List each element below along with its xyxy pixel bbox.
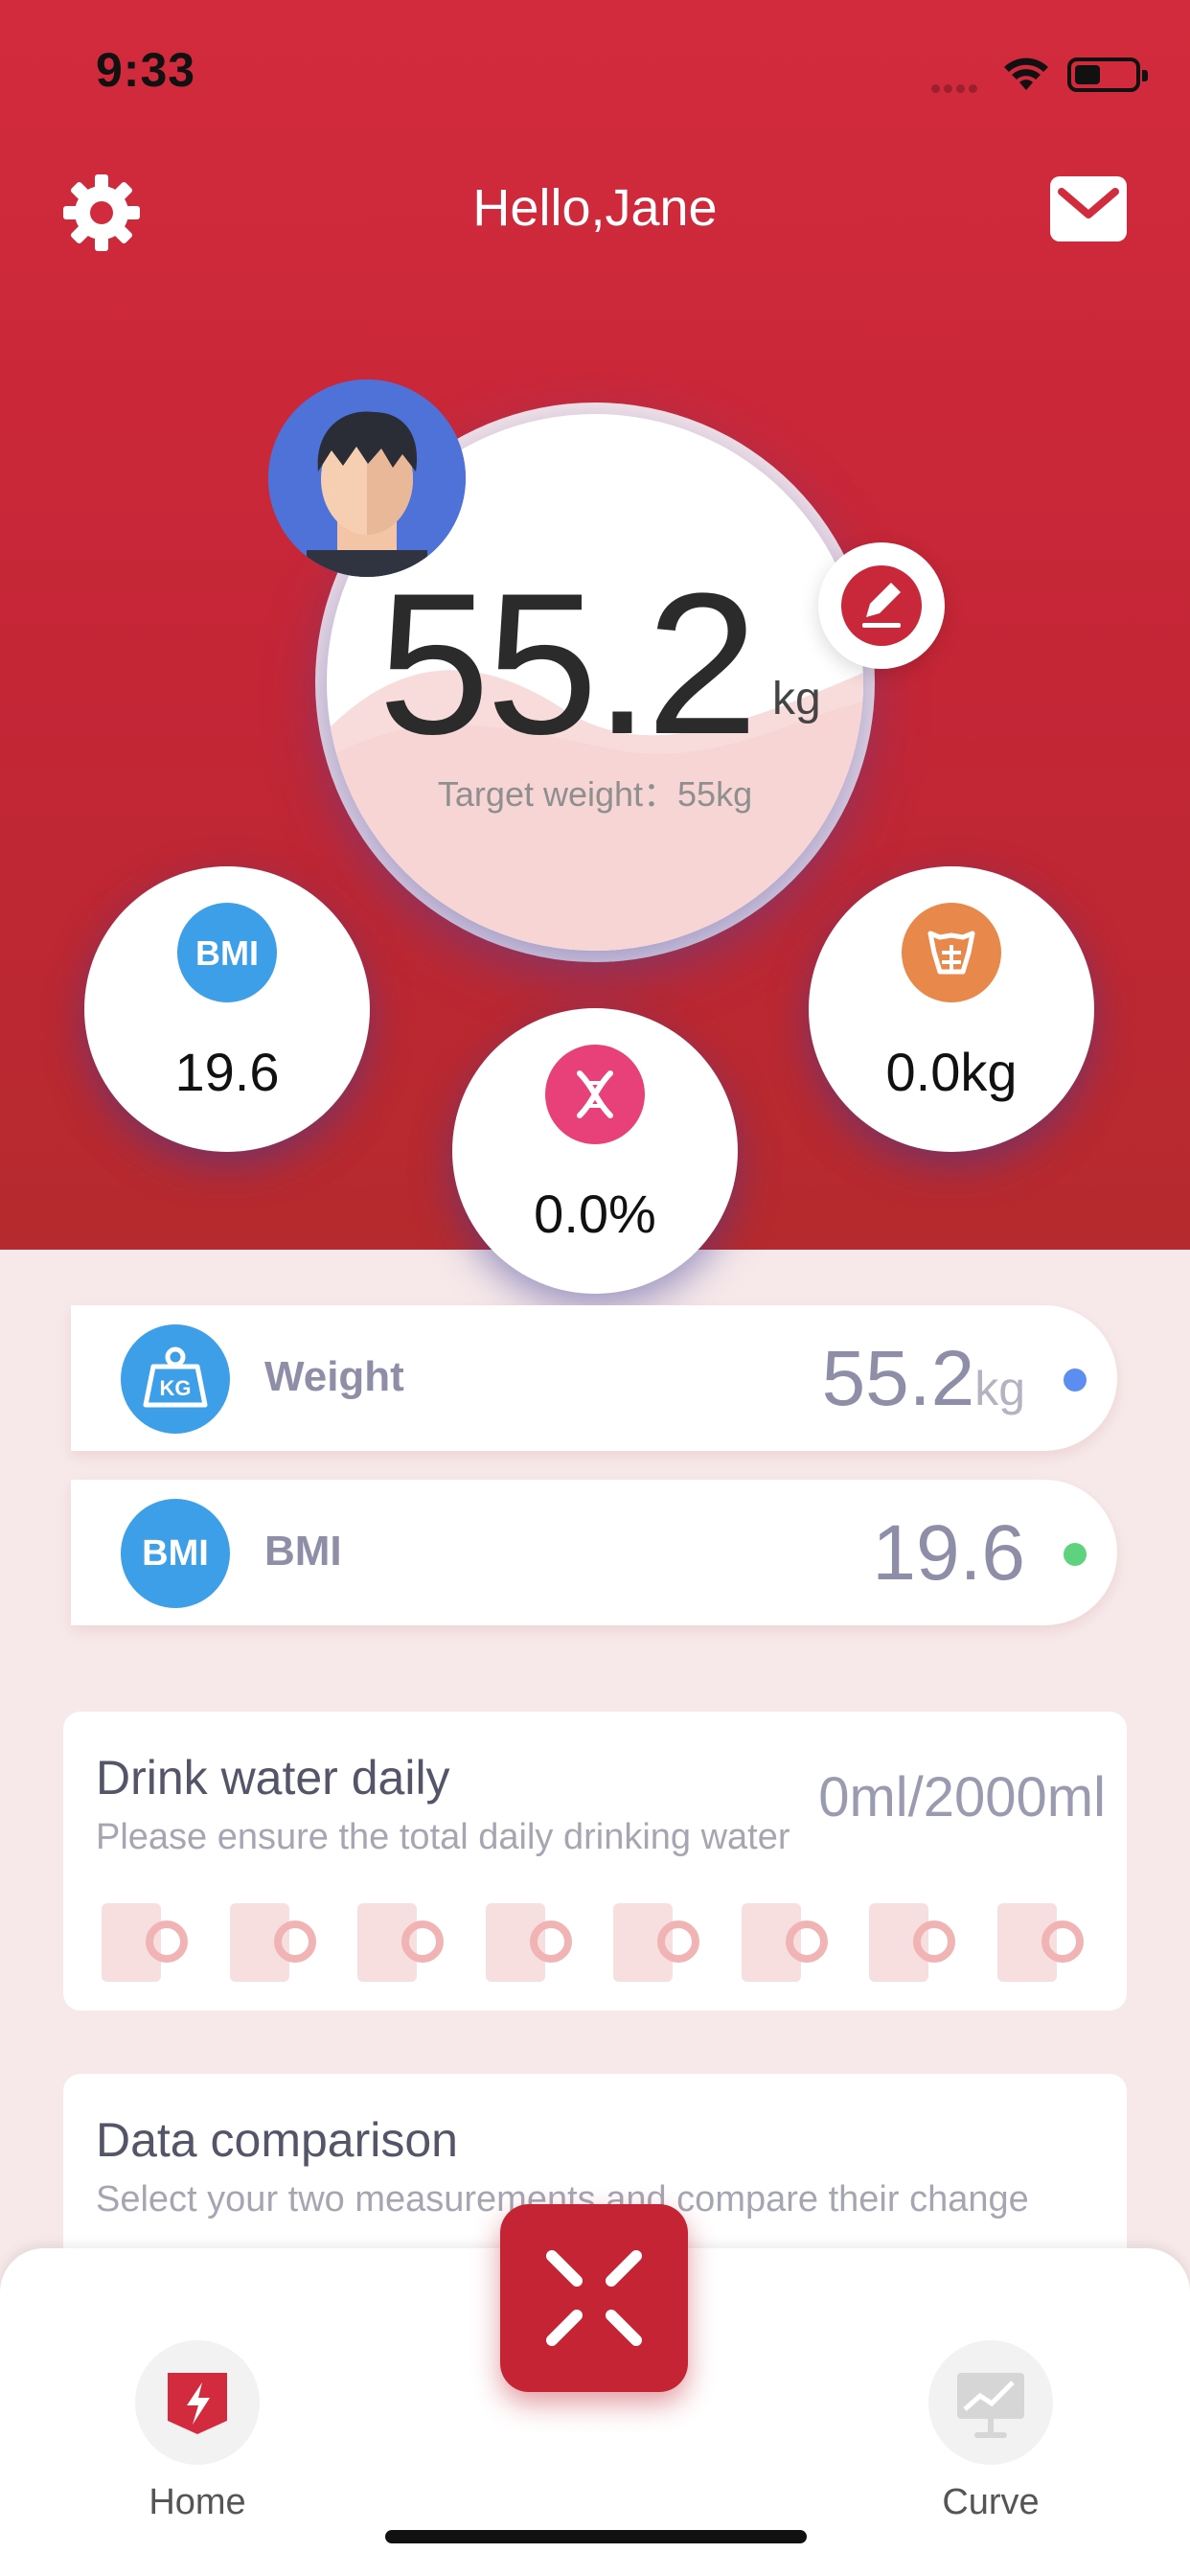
- muscle-value: 0.0kg: [885, 1042, 1018, 1102]
- comparison-title: Data comparison: [96, 2113, 458, 2167]
- weight-value: 55.2: [378, 551, 759, 776]
- water-cup[interactable]: [102, 1903, 192, 1982]
- weight-row-dot: [1064, 1368, 1087, 1392]
- water-cup[interactable]: [229, 1903, 320, 1982]
- water-cup[interactable]: [741, 1903, 832, 1982]
- tab-home-label: Home: [149, 2482, 246, 2522]
- water-title: Drink water daily: [96, 1751, 450, 1805]
- water-cup[interactable]: [996, 1903, 1087, 1982]
- body-fat-metric[interactable]: 0.0%: [452, 1008, 738, 1294]
- weight-kg-icon: KG: [121, 1324, 230, 1434]
- water-subtitle: Please ensure the total daily drinking w…: [96, 1817, 790, 1857]
- chart-curve-icon: [928, 2340, 1053, 2465]
- tab-home[interactable]: Home: [130, 2340, 264, 2523]
- bmi-row[interactable]: BMI BMI 19.6: [71, 1480, 1117, 1625]
- water-cups: [102, 1903, 1098, 1990]
- water-cup[interactable]: [357, 1903, 447, 1982]
- bmi-row-value: 19.6: [872, 1509, 1025, 1597]
- battery-icon: [1067, 58, 1148, 92]
- status-time: 9:33: [96, 43, 196, 97]
- bmi-value: 19.6: [174, 1042, 280, 1102]
- home-indicator: [385, 2530, 807, 2543]
- bmi-row-dot: [1064, 1543, 1087, 1566]
- target-weight-label: Target weight：55kg: [437, 774, 753, 814]
- weight-row-value: 55.2kg: [821, 1335, 1025, 1422]
- tab-curve[interactable]: Curve: [924, 2340, 1058, 2523]
- svg-text:KG: KG: [160, 1376, 192, 1400]
- bmi-icon: BMI: [177, 903, 277, 1002]
- wifi-icon: [1004, 58, 1048, 90]
- scan-button[interactable]: [500, 2204, 688, 2392]
- edit-weight-button[interactable]: [818, 542, 945, 669]
- weight-row[interactable]: KG Weight 55.2kg: [71, 1305, 1117, 1451]
- water-cup[interactable]: [613, 1903, 703, 1982]
- weight-unit: kg: [772, 674, 821, 724]
- muscle-icon: [902, 903, 1001, 1002]
- tab-curve-label: Curve: [942, 2482, 1040, 2522]
- body-fat-value: 0.0%: [534, 1184, 656, 1244]
- water-panel[interactable]: Drink water daily 0ml/2000ml Please ensu…: [63, 1712, 1127, 2011]
- home-bolt-icon: [135, 2340, 260, 2465]
- avatar[interactable]: [268, 380, 466, 577]
- water-cup[interactable]: [869, 1903, 959, 1982]
- water-cup[interactable]: [485, 1903, 576, 1982]
- greeting-title: Hello,Jane: [472, 179, 718, 237]
- mail-icon[interactable]: [1050, 176, 1127, 242]
- bmi-row-icon: BMI: [121, 1499, 230, 1608]
- weight-row-label: Weight: [264, 1353, 404, 1400]
- water-amount: 0ml/2000ml: [818, 1766, 1106, 1828]
- pencil-icon: [862, 583, 901, 628]
- bmi-row-label: BMI: [264, 1528, 342, 1575]
- scan-icon: [546, 2250, 642, 2346]
- dna-icon: [545, 1045, 645, 1144]
- muscle-metric[interactable]: 0.0kg: [809, 866, 1094, 1152]
- signal-icon: [931, 80, 985, 93]
- bmi-metric[interactable]: BMI 19.6: [84, 866, 370, 1152]
